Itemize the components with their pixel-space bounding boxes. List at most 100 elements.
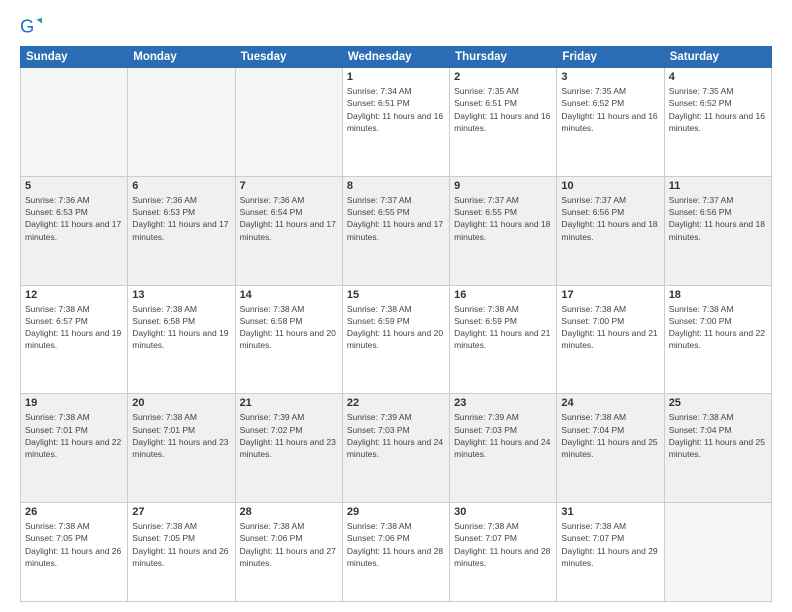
- day-info: Sunrise: 7:38 AM Sunset: 7:05 PM Dayligh…: [132, 520, 230, 569]
- calendar-day-cell: 9 Sunrise: 7:37 AM Sunset: 6:55 PM Daylig…: [450, 176, 557, 285]
- calendar-day-cell: 31 Sunrise: 7:38 AM Sunset: 7:07 PM Dayli…: [557, 503, 664, 602]
- calendar-day-cell: 24 Sunrise: 7:38 AM Sunset: 7:04 PM Dayli…: [557, 394, 664, 503]
- day-number: 8: [347, 180, 445, 192]
- calendar-header-row: SundayMondayTuesdayWednesdayThursdayFrid…: [21, 47, 772, 68]
- calendar-header-monday: Monday: [128, 47, 235, 68]
- day-info: Sunrise: 7:38 AM Sunset: 7:07 PM Dayligh…: [454, 520, 552, 569]
- day-number: 13: [132, 289, 230, 301]
- day-number: 2: [454, 71, 552, 83]
- day-info: Sunrise: 7:35 AM Sunset: 6:51 PM Dayligh…: [454, 85, 552, 134]
- calendar-day-cell: 20 Sunrise: 7:38 AM Sunset: 7:01 PM Dayli…: [128, 394, 235, 503]
- day-number: 15: [347, 289, 445, 301]
- calendar-day-cell: 25Sunrise: 7:38 AM Sunset: 7:04 PM Dayli…: [664, 394, 771, 503]
- day-info: Sunrise: 7:38 AM Sunset: 7:04 PM Dayligh…: [669, 411, 767, 460]
- day-info: Sunrise: 7:38 AM Sunset: 6:58 PM Dayligh…: [240, 303, 338, 352]
- calendar-day-cell: 6Sunrise: 7:36 AM Sunset: 6:53 PM Daylig…: [128, 176, 235, 285]
- day-info: Sunrise: 7:38 AM Sunset: 7:01 PM Dayligh…: [25, 411, 123, 460]
- calendar-day-cell: 26Sunrise: 7:38 AM Sunset: 7:05 PM Dayli…: [21, 503, 128, 602]
- day-info: Sunrise: 7:38 AM Sunset: 7:06 PM Dayligh…: [347, 520, 445, 569]
- calendar-day-cell: [235, 68, 342, 177]
- calendar-day-cell: 8 Sunrise: 7:37 AM Sunset: 6:55 PM Daylig…: [342, 176, 449, 285]
- day-number: 16: [454, 289, 552, 301]
- calendar-day-cell: [664, 503, 771, 602]
- day-info: Sunrise: 7:35 AM Sunset: 6:52 PM Dayligh…: [561, 85, 659, 134]
- day-number: 3: [561, 71, 659, 83]
- day-number: 1: [347, 71, 445, 83]
- day-number: 18: [669, 289, 767, 301]
- calendar-header-friday: Friday: [557, 47, 664, 68]
- day-number: 31: [561, 506, 659, 518]
- day-number: 24: [561, 397, 659, 409]
- day-number: 10: [561, 180, 659, 192]
- day-info: Sunrise: 7:39 AM Sunset: 7:03 PM Dayligh…: [347, 411, 445, 460]
- calendar-day-cell: [21, 68, 128, 177]
- day-number: 21: [240, 397, 338, 409]
- day-info: Sunrise: 7:36 AM Sunset: 6:53 PM Dayligh…: [25, 194, 123, 243]
- calendar-week-row: 26Sunrise: 7:38 AM Sunset: 7:05 PM Dayli…: [21, 503, 772, 602]
- day-info: Sunrise: 7:38 AM Sunset: 6:59 PM Dayligh…: [347, 303, 445, 352]
- calendar-header-wednesday: Wednesday: [342, 47, 449, 68]
- day-number: 29: [347, 506, 445, 518]
- calendar-week-row: 1 Sunrise: 7:34 AM Sunset: 6:51 PM Daylig…: [21, 68, 772, 177]
- calendar-day-cell: 27Sunrise: 7:38 AM Sunset: 7:05 PM Dayli…: [128, 503, 235, 602]
- calendar-day-cell: 14Sunrise: 7:38 AM Sunset: 6:58 PM Dayli…: [235, 285, 342, 394]
- calendar-table: SundayMondayTuesdayWednesdayThursdayFrid…: [20, 46, 772, 602]
- day-info: Sunrise: 7:38 AM Sunset: 7:06 PM Dayligh…: [240, 520, 338, 569]
- calendar-day-cell: 10Sunrise: 7:37 AM Sunset: 6:56 PM Dayli…: [557, 176, 664, 285]
- calendar-day-cell: 28Sunrise: 7:38 AM Sunset: 7:06 PM Dayli…: [235, 503, 342, 602]
- day-number: 22: [347, 397, 445, 409]
- calendar-day-cell: 30 Sunrise: 7:38 AM Sunset: 7:07 PM Dayli…: [450, 503, 557, 602]
- svg-text:G: G: [20, 16, 34, 37]
- day-info: Sunrise: 7:38 AM Sunset: 6:58 PM Dayligh…: [132, 303, 230, 352]
- calendar-day-cell: 7 Sunrise: 7:36 AM Sunset: 6:54 PM Daylig…: [235, 176, 342, 285]
- day-number: 23: [454, 397, 552, 409]
- calendar-day-cell: 5 Sunrise: 7:36 AM Sunset: 6:53 PM Daylig…: [21, 176, 128, 285]
- calendar-day-cell: 11 Sunrise: 7:37 AM Sunset: 6:56 PM Dayli…: [664, 176, 771, 285]
- calendar-day-cell: 13 Sunrise: 7:38 AM Sunset: 6:58 PM Dayli…: [128, 285, 235, 394]
- day-info: Sunrise: 7:38 AM Sunset: 6:59 PM Dayligh…: [454, 303, 552, 352]
- day-number: 30: [454, 506, 552, 518]
- day-info: Sunrise: 7:38 AM Sunset: 7:04 PM Dayligh…: [561, 411, 659, 460]
- calendar-week-row: 12 Sunrise: 7:38 AM Sunset: 6:57 PM Dayli…: [21, 285, 772, 394]
- day-info: Sunrise: 7:38 AM Sunset: 6:57 PM Dayligh…: [25, 303, 123, 352]
- calendar-day-cell: 12 Sunrise: 7:38 AM Sunset: 6:57 PM Dayli…: [21, 285, 128, 394]
- day-info: Sunrise: 7:39 AM Sunset: 7:03 PM Dayligh…: [454, 411, 552, 460]
- calendar-day-cell: 29 Sunrise: 7:38 AM Sunset: 7:06 PM Dayli…: [342, 503, 449, 602]
- day-number: 5: [25, 180, 123, 192]
- day-number: 6: [132, 180, 230, 192]
- calendar-week-row: 5 Sunrise: 7:36 AM Sunset: 6:53 PM Daylig…: [21, 176, 772, 285]
- calendar-day-cell: 1 Sunrise: 7:34 AM Sunset: 6:51 PM Daylig…: [342, 68, 449, 177]
- day-number: 7: [240, 180, 338, 192]
- day-number: 9: [454, 180, 552, 192]
- calendar-header-saturday: Saturday: [664, 47, 771, 68]
- day-info: Sunrise: 7:38 AM Sunset: 7:07 PM Dayligh…: [561, 520, 659, 569]
- calendar-day-cell: 18Sunrise: 7:38 AM Sunset: 7:00 PM Dayli…: [664, 285, 771, 394]
- day-number: 20: [132, 397, 230, 409]
- calendar-day-cell: 23 Sunrise: 7:39 AM Sunset: 7:03 PM Dayli…: [450, 394, 557, 503]
- calendar-day-cell: 17Sunrise: 7:38 AM Sunset: 7:00 PM Dayli…: [557, 285, 664, 394]
- day-info: Sunrise: 7:37 AM Sunset: 6:55 PM Dayligh…: [347, 194, 445, 243]
- day-info: Sunrise: 7:34 AM Sunset: 6:51 PM Dayligh…: [347, 85, 445, 134]
- day-info: Sunrise: 7:36 AM Sunset: 6:54 PM Dayligh…: [240, 194, 338, 243]
- day-number: 11: [669, 180, 767, 192]
- page: G SundayMondayTuesdayWednesdayThursdayFr…: [0, 0, 792, 612]
- header: G: [20, 16, 772, 38]
- calendar-day-cell: 21Sunrise: 7:39 AM Sunset: 7:02 PM Dayli…: [235, 394, 342, 503]
- day-info: Sunrise: 7:38 AM Sunset: 7:00 PM Dayligh…: [561, 303, 659, 352]
- calendar-day-cell: 19 Sunrise: 7:38 AM Sunset: 7:01 PM Dayli…: [21, 394, 128, 503]
- calendar-day-cell: 3 Sunrise: 7:35 AM Sunset: 6:52 PM Daylig…: [557, 68, 664, 177]
- calendar-day-cell: 15 Sunrise: 7:38 AM Sunset: 6:59 PM Dayli…: [342, 285, 449, 394]
- calendar-day-cell: 22 Sunrise: 7:39 AM Sunset: 7:03 PM Dayli…: [342, 394, 449, 503]
- calendar-week-row: 19 Sunrise: 7:38 AM Sunset: 7:01 PM Dayli…: [21, 394, 772, 503]
- logo: G: [20, 16, 44, 38]
- calendar-day-cell: 16 Sunrise: 7:38 AM Sunset: 6:59 PM Dayli…: [450, 285, 557, 394]
- day-number: 12: [25, 289, 123, 301]
- calendar-header-thursday: Thursday: [450, 47, 557, 68]
- day-info: Sunrise: 7:38 AM Sunset: 7:01 PM Dayligh…: [132, 411, 230, 460]
- day-number: 19: [25, 397, 123, 409]
- day-info: Sunrise: 7:37 AM Sunset: 6:55 PM Dayligh…: [454, 194, 552, 243]
- day-info: Sunrise: 7:38 AM Sunset: 7:05 PM Dayligh…: [25, 520, 123, 569]
- logo-icon: G: [20, 16, 42, 38]
- day-info: Sunrise: 7:37 AM Sunset: 6:56 PM Dayligh…: [669, 194, 767, 243]
- day-number: 4: [669, 71, 767, 83]
